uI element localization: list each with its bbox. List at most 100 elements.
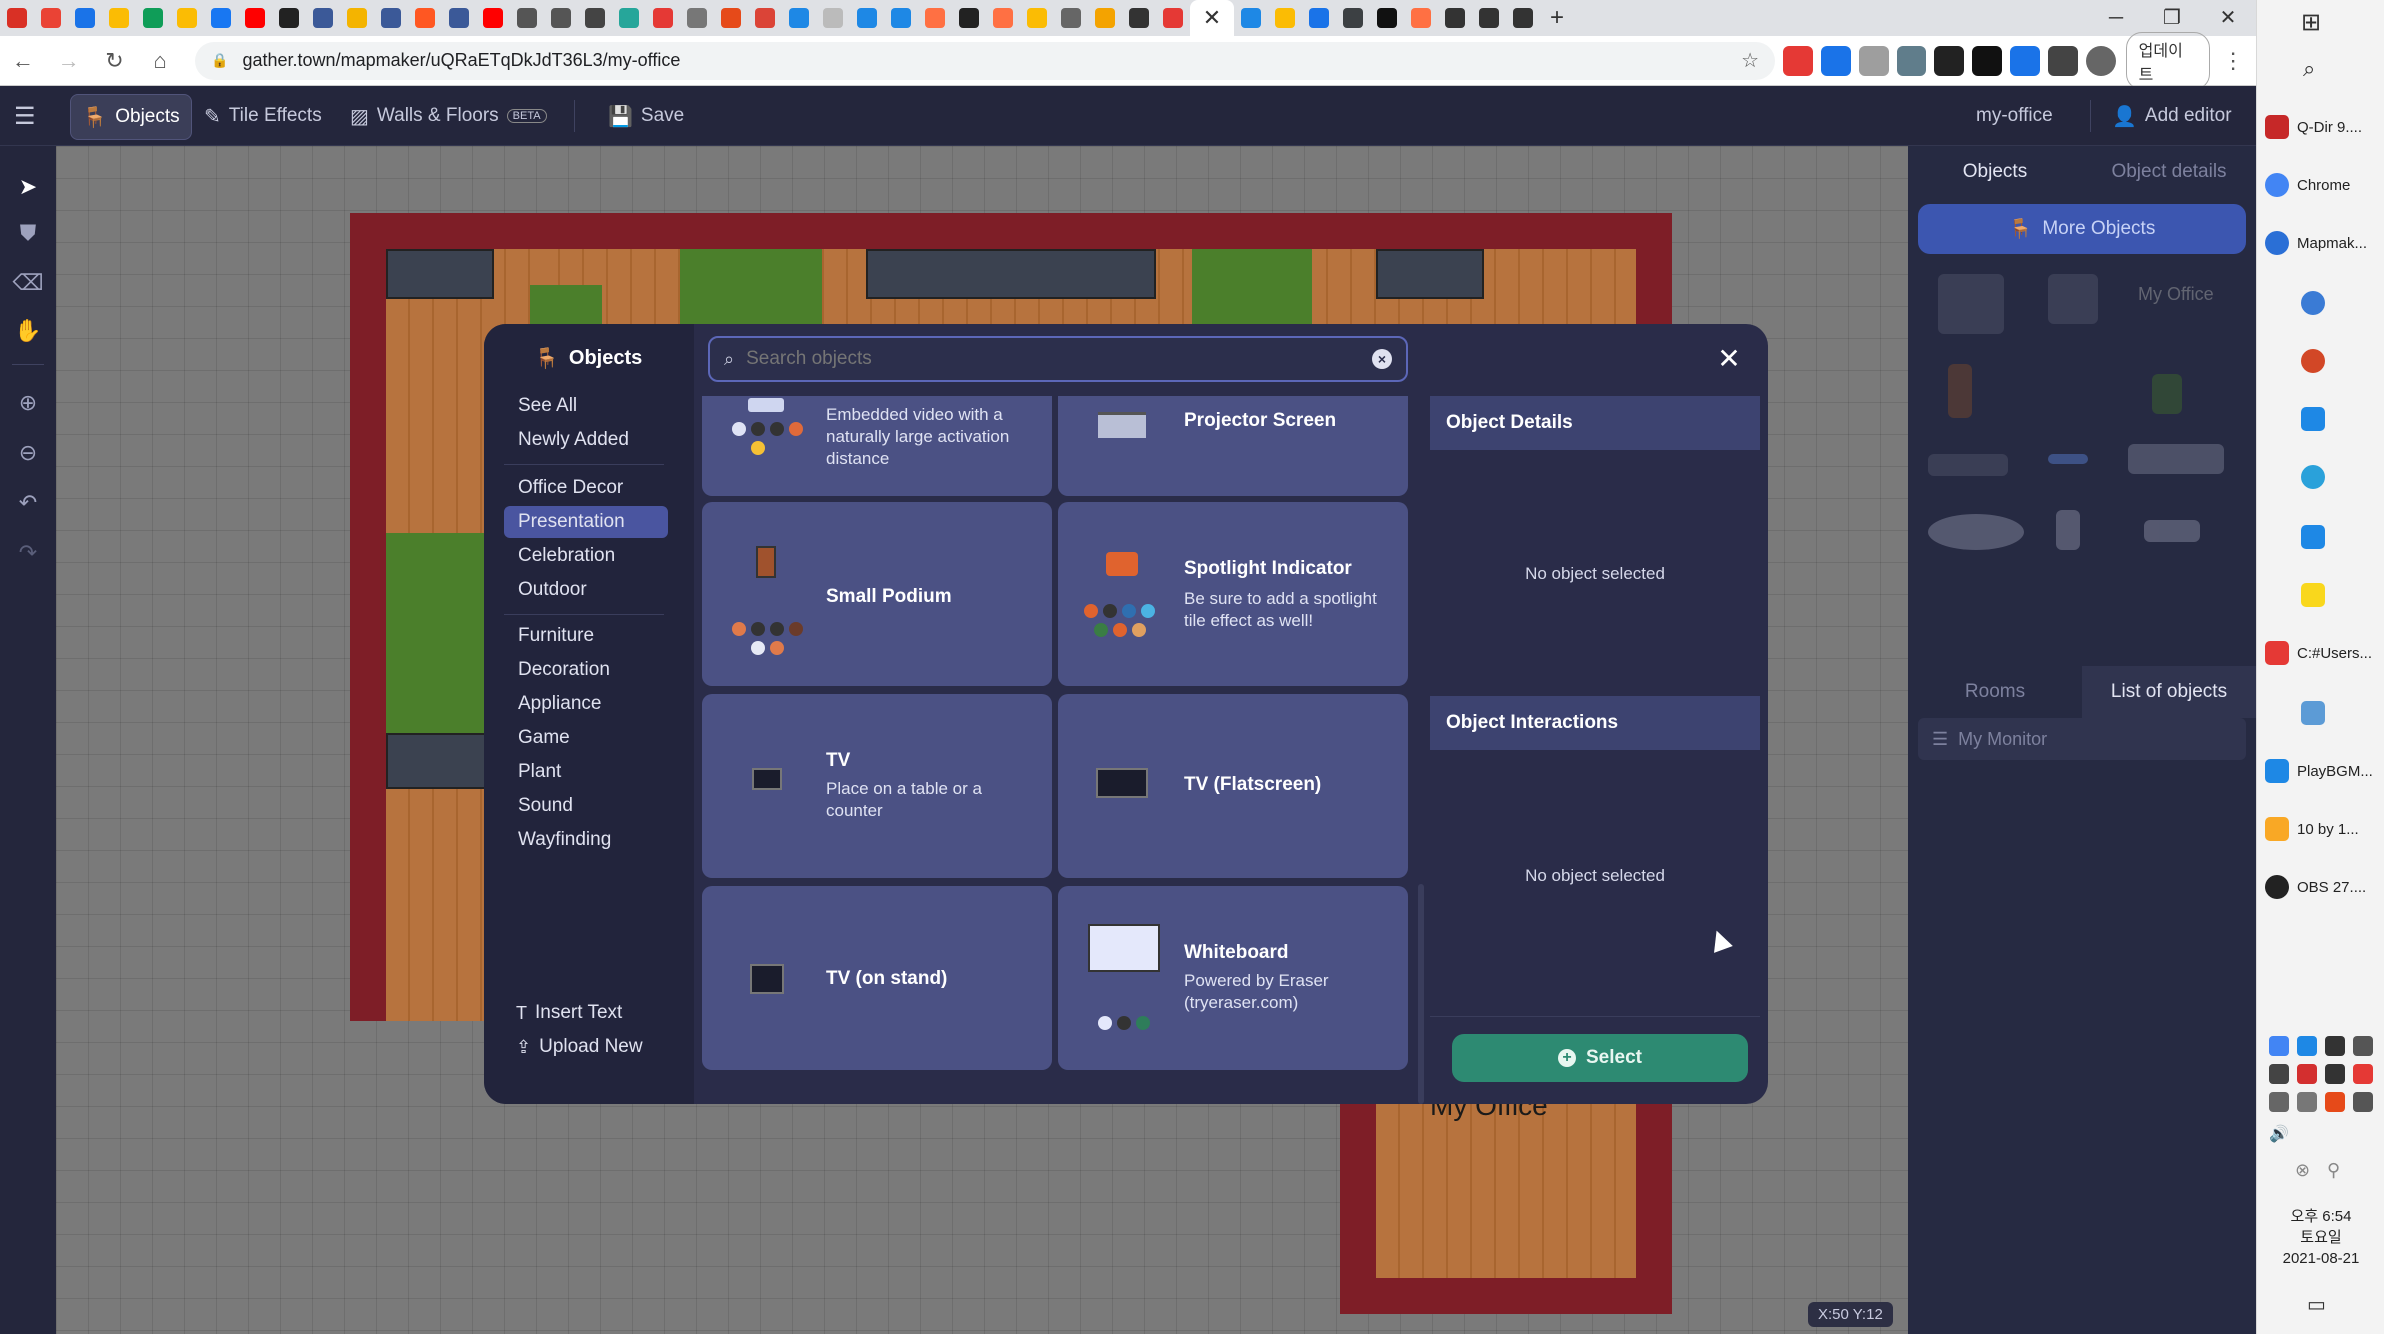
browser-tab[interactable] bbox=[578, 0, 612, 36]
browser-tab[interactable] bbox=[1472, 0, 1506, 36]
variant-dot[interactable] bbox=[1117, 1016, 1131, 1030]
variant-dot[interactable] bbox=[770, 641, 784, 655]
taskbar-item[interactable] bbox=[2301, 578, 2333, 612]
search-input[interactable] bbox=[744, 347, 1372, 371]
tab-object-details[interactable]: Object details bbox=[2082, 146, 2256, 198]
object-thumbnail[interactable] bbox=[1928, 454, 2008, 476]
extension-icon[interactable] bbox=[1858, 45, 1889, 76]
variant-dot[interactable] bbox=[1098, 1016, 1112, 1030]
browser-tab[interactable] bbox=[1370, 0, 1404, 36]
variant-dot[interactable] bbox=[1113, 623, 1127, 637]
windows-start-icon[interactable]: ⊞ bbox=[2301, 8, 2321, 37]
taskbar-item[interactable]: PlayBGM... bbox=[2265, 754, 2373, 788]
taskbar-item[interactable]: Q-Dir 9.... bbox=[2265, 110, 2362, 144]
tile-effects-button[interactable]: ✎ Tile Effects bbox=[204, 86, 322, 146]
bookmark-star-icon[interactable]: ☆ bbox=[1741, 48, 1759, 73]
pin-icon[interactable]: ⚲ bbox=[2327, 1160, 2340, 1181]
variant-dot[interactable] bbox=[789, 622, 803, 636]
category-appliance[interactable]: Appliance bbox=[504, 688, 668, 720]
system-clock[interactable]: 오후 6:54 토요일 2021-08-21 bbox=[2257, 1206, 2384, 1269]
variant-dot[interactable] bbox=[1094, 623, 1108, 637]
browser-tab[interactable] bbox=[1156, 0, 1190, 36]
browser-tab[interactable] bbox=[1122, 0, 1156, 36]
tab-list-of-objects[interactable]: List of objects bbox=[2082, 666, 2256, 718]
tray-icon[interactable] bbox=[2297, 1036, 2317, 1056]
microphone-icon[interactable] bbox=[2353, 1036, 2373, 1056]
tab-close-icon[interactable]: ✕ bbox=[1203, 5, 1221, 31]
browser-tab[interactable] bbox=[476, 0, 510, 36]
extension-icon[interactable] bbox=[1896, 45, 1927, 76]
browser-tab[interactable] bbox=[408, 0, 442, 36]
objects-tool-button[interactable]: 🪑 Objects bbox=[70, 94, 192, 140]
browser-tab[interactable] bbox=[850, 0, 884, 36]
object-card-spotlight-indicator[interactable]: Spotlight Indicator Be sure to add a spo… bbox=[1058, 502, 1408, 686]
browser-tab[interactable] bbox=[34, 0, 68, 36]
browser-tab[interactable] bbox=[272, 0, 306, 36]
taskbar-item[interactable] bbox=[2301, 402, 2333, 436]
variant-dot[interactable] bbox=[751, 441, 765, 455]
tray-icon[interactable] bbox=[2269, 1036, 2289, 1056]
browser-tab[interactable] bbox=[0, 0, 34, 36]
browser-tab-active[interactable]: ✕ bbox=[1190, 0, 1234, 36]
tray-icon[interactable] bbox=[2325, 1064, 2345, 1084]
update-button[interactable]: 업데이트 bbox=[2125, 31, 2211, 90]
browser-tab[interactable] bbox=[510, 0, 544, 36]
taskbar-item[interactable] bbox=[2301, 286, 2333, 320]
variant-dot[interactable] bbox=[770, 422, 784, 436]
variant-dot[interactable] bbox=[732, 422, 746, 436]
zoom-in-icon[interactable]: ⊕ bbox=[0, 380, 56, 426]
browser-tab[interactable] bbox=[1234, 0, 1268, 36]
minimize-icon[interactable]: ─ bbox=[2088, 0, 2144, 36]
browser-tab[interactable] bbox=[1404, 0, 1438, 36]
browser-tab[interactable] bbox=[680, 0, 714, 36]
object-thumbnail[interactable] bbox=[2152, 374, 2182, 414]
taskbar-item[interactable]: OBS 27.... bbox=[2265, 870, 2366, 904]
taskbar-item[interactable] bbox=[2301, 344, 2333, 378]
browser-tab[interactable] bbox=[1438, 0, 1472, 36]
browser-tab[interactable] bbox=[68, 0, 102, 36]
zoom-out-icon[interactable]: ⊖ bbox=[0, 430, 56, 476]
browser-tab[interactable] bbox=[238, 0, 272, 36]
extension-icon[interactable] bbox=[1972, 45, 2003, 76]
search-icon[interactable]: ⌕ bbox=[2303, 56, 2315, 82]
browser-tab[interactable] bbox=[340, 0, 374, 36]
browser-tab[interactable] bbox=[204, 0, 238, 36]
category-outdoor[interactable]: Outdoor bbox=[504, 574, 668, 606]
browser-tab[interactable] bbox=[374, 0, 408, 36]
category-game[interactable]: Game bbox=[504, 722, 668, 754]
select-tool-icon[interactable]: ➤ bbox=[0, 164, 56, 210]
maximize-icon[interactable]: ❐ bbox=[2144, 0, 2200, 36]
object-thumbnail[interactable] bbox=[2048, 274, 2098, 324]
tab-objects[interactable]: Objects bbox=[1908, 146, 2082, 198]
forward-icon[interactable]: → bbox=[46, 48, 92, 74]
save-button[interactable]: 💾 Save bbox=[608, 86, 684, 146]
puzzle-icon[interactable] bbox=[2047, 45, 2078, 76]
object-thumbnail[interactable] bbox=[2144, 520, 2200, 542]
browser-tab[interactable] bbox=[1506, 0, 1540, 36]
eraser-tool-icon[interactable]: ⌫ bbox=[0, 260, 56, 306]
tray-icon[interactable] bbox=[2297, 1092, 2317, 1112]
variant-dot[interactable] bbox=[1132, 623, 1146, 637]
search-objects-field[interactable]: ⌕ × bbox=[708, 336, 1408, 382]
taskbar-item[interactable] bbox=[2301, 520, 2333, 554]
category-presentation[interactable]: Presentation bbox=[504, 506, 668, 538]
more-objects-button[interactable]: 🪑 More Objects bbox=[1918, 204, 2246, 254]
browser-tab[interactable] bbox=[612, 0, 646, 36]
taskbar-item[interactable]: 10 by 1... bbox=[2265, 812, 2359, 846]
browser-tab[interactable] bbox=[102, 0, 136, 36]
object-card-tv-flatscreen[interactable]: TV (Flatscreen) bbox=[1058, 694, 1408, 878]
clear-search-icon[interactable]: × bbox=[1372, 349, 1392, 369]
insert-text-button[interactable]: T Insert Text bbox=[516, 1002, 622, 1024]
tray-icon[interactable] bbox=[2269, 1064, 2289, 1084]
browser-tab[interactable] bbox=[1020, 0, 1054, 36]
object-card-tv-on-stand[interactable]: TV (on stand) bbox=[702, 886, 1052, 1070]
volume-icon[interactable]: 🔊 bbox=[2269, 1124, 2289, 1144]
browser-tab[interactable] bbox=[1088, 0, 1122, 36]
variant-dot[interactable] bbox=[789, 422, 803, 436]
browser-tab[interactable] bbox=[1302, 0, 1336, 36]
taskbar-item[interactable]: Mapmak... bbox=[2265, 226, 2367, 260]
browser-menu-icon[interactable]: ⋮ bbox=[2210, 48, 2256, 74]
tray-icon[interactable] bbox=[2269, 1092, 2289, 1112]
object-thumbnail[interactable] bbox=[1938, 274, 2004, 334]
extension-icon[interactable] bbox=[2010, 45, 2040, 76]
